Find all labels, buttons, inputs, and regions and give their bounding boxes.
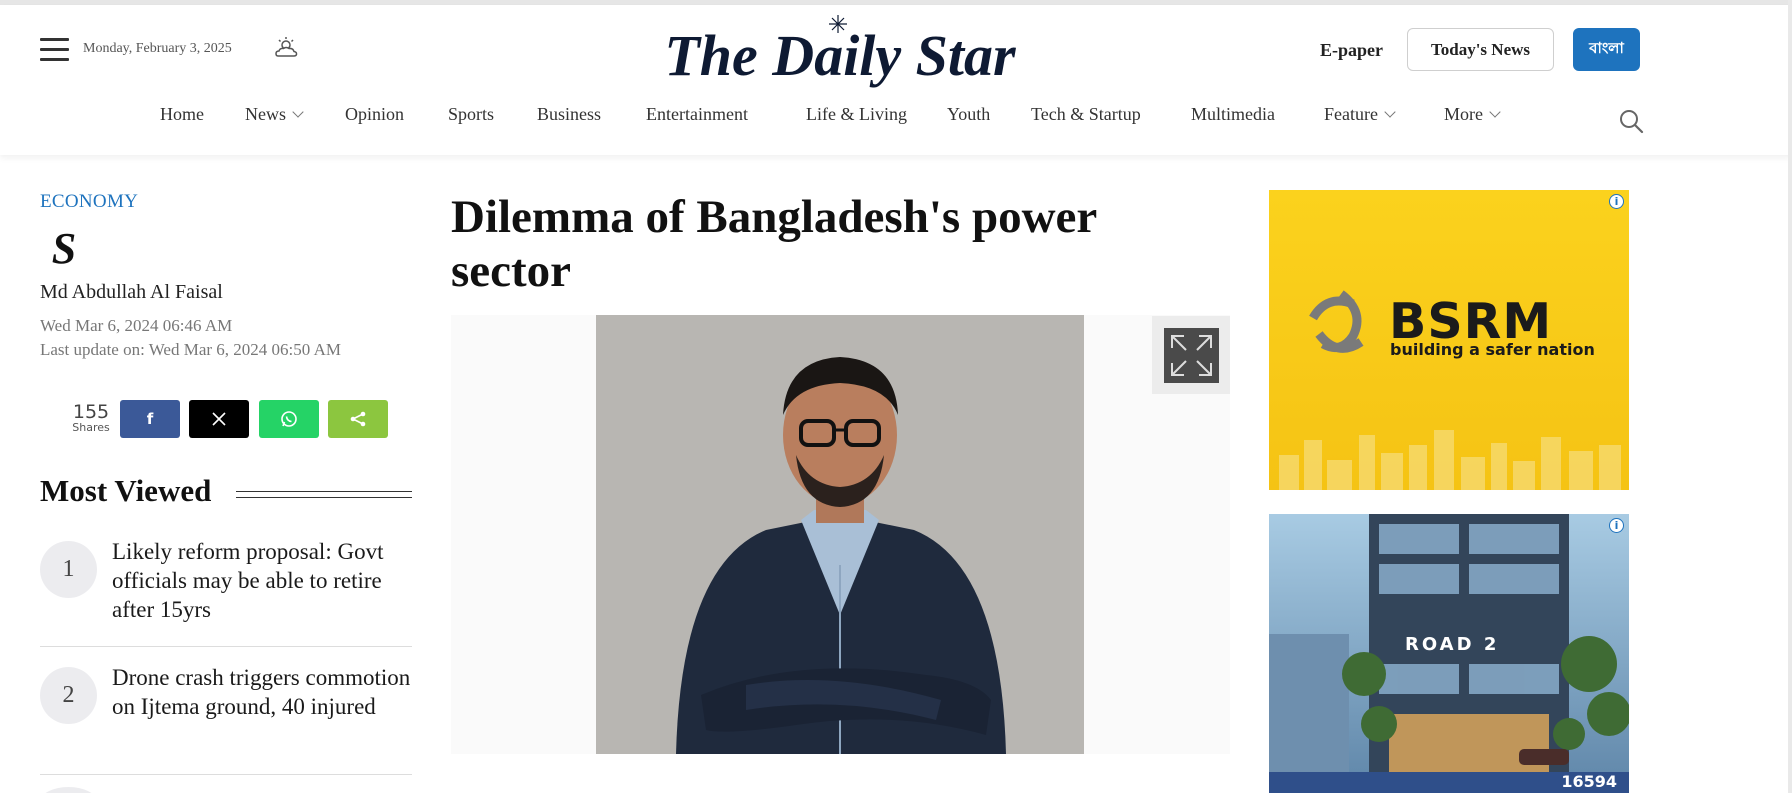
nav-label: Tech & Startup [1031, 104, 1141, 124]
nav-news[interactable]: News [245, 104, 304, 125]
facebook-icon: f [146, 410, 154, 428]
expand-image-button[interactable] [1152, 316, 1230, 394]
nav-business[interactable]: Business [537, 104, 601, 125]
chevron-down-icon [1489, 106, 1501, 118]
most-viewed-divider [236, 491, 412, 498]
nav-label: Youth [947, 104, 991, 124]
most-viewed-headline[interactable]: Likely reform proposal: Govt officials m… [112, 537, 412, 624]
svg-text:The Daily Star: The Daily Star [664, 23, 1016, 88]
advertisement-bsrm[interactable]: i BSRM building a safer nation [1269, 190, 1629, 490]
bsrm-logo-icon [1309, 290, 1364, 353]
facebook-share-button[interactable]: f [120, 400, 180, 438]
epaper-link[interactable]: E-paper [1320, 40, 1383, 61]
ad-phone-number: 16594 [1561, 772, 1617, 791]
todays-news-button[interactable]: Today's News [1407, 28, 1554, 71]
rank-badge-partial [40, 787, 97, 793]
rank-badge: 2 [40, 667, 97, 724]
nav-label: Opinion [345, 104, 405, 124]
menu-icon[interactable] [40, 38, 69, 62]
share-count: 155 Shares [70, 403, 112, 434]
nav-label: Feature [1324, 104, 1378, 124]
nav-opinion[interactable]: Opinion [345, 104, 404, 125]
ad-tagline: building a safer nation [1390, 340, 1595, 359]
nav-label: Business [537, 104, 602, 124]
nav-label: Home [160, 104, 204, 124]
nav-sports[interactable]: Sports [448, 104, 494, 125]
nav-youth[interactable]: Youth [947, 104, 990, 125]
nav-label: More [1444, 104, 1483, 124]
site-logo[interactable]: The Daily Star [640, 13, 1040, 93]
nav-label: Life & Living [806, 104, 907, 124]
author-photo[interactable] [596, 315, 1084, 754]
nav-label: Multimedia [1191, 104, 1275, 124]
published-date: Wed Mar 6, 2024 06:46 AM [40, 316, 233, 335]
article-headline: Dilemma of Bangladesh's power sector [451, 191, 1097, 297]
ad-info-icon[interactable]: i [1609, 194, 1624, 209]
share-button[interactable] [328, 400, 388, 438]
nav-feature[interactable]: Feature [1324, 104, 1396, 125]
x-share-button[interactable] [189, 400, 249, 438]
bangla-button[interactable]: বাংলা [1573, 28, 1640, 71]
nav-multimedia[interactable]: Multimedia [1191, 104, 1275, 125]
nav-label: News [245, 104, 286, 124]
nav-entertainment[interactable]: Entertainment [646, 104, 748, 125]
nav-life-living[interactable]: Life & Living [806, 104, 907, 125]
author-name[interactable]: Md Abdullah Al Faisal [40, 281, 223, 304]
author-avatar: S [52, 225, 76, 273]
most-viewed-item[interactable]: 2 Drone crash triggers commotion on Ijte… [40, 663, 412, 775]
chevron-down-icon [292, 106, 304, 118]
article-image-container [451, 315, 1230, 754]
most-viewed-title: Most Viewed [40, 473, 212, 508]
updated-date: Last update on: Wed Mar 6, 2024 06:50 AM [40, 340, 341, 359]
search-icon[interactable] [1618, 108, 1644, 134]
page-scrollbar[interactable] [1788, 0, 1792, 793]
expand-icon [1164, 328, 1219, 383]
city-skyline-graphic [1279, 430, 1621, 490]
share-icon [350, 411, 366, 427]
advertisement-real-estate[interactable]: i ROAD 2 16594 [1269, 514, 1629, 793]
ad-headline: ROAD 2 [1405, 634, 1500, 655]
chevron-down-icon [1384, 106, 1396, 118]
svg-text:S: S [52, 225, 76, 273]
current-date: Monday, February 3, 2025 [83, 41, 232, 56]
x-icon [212, 412, 226, 426]
whatsapp-icon [281, 411, 297, 427]
nav-tech-startup[interactable]: Tech & Startup [1031, 104, 1141, 125]
most-viewed-item[interactable]: 1 Likely reform proposal: Govt officials… [40, 537, 412, 647]
article-category[interactable]: ECONOMY [40, 191, 138, 213]
nav-label: Entertainment [646, 104, 748, 124]
rank-badge: 1 [40, 541, 97, 598]
main-nav: Home News Opinion Sports Business Entert… [0, 104, 1792, 140]
whatsapp-share-button[interactable] [259, 400, 319, 438]
nav-label: Sports [448, 104, 495, 124]
share-count-number: 155 [72, 401, 110, 423]
weather-icon [275, 37, 298, 57]
most-viewed-headline[interactable]: Drone crash triggers commotion on Ijtema… [112, 663, 412, 721]
nav-home[interactable]: Home [160, 104, 204, 125]
share-count-label: Shares [72, 421, 110, 434]
nav-more[interactable]: More [1444, 104, 1501, 125]
